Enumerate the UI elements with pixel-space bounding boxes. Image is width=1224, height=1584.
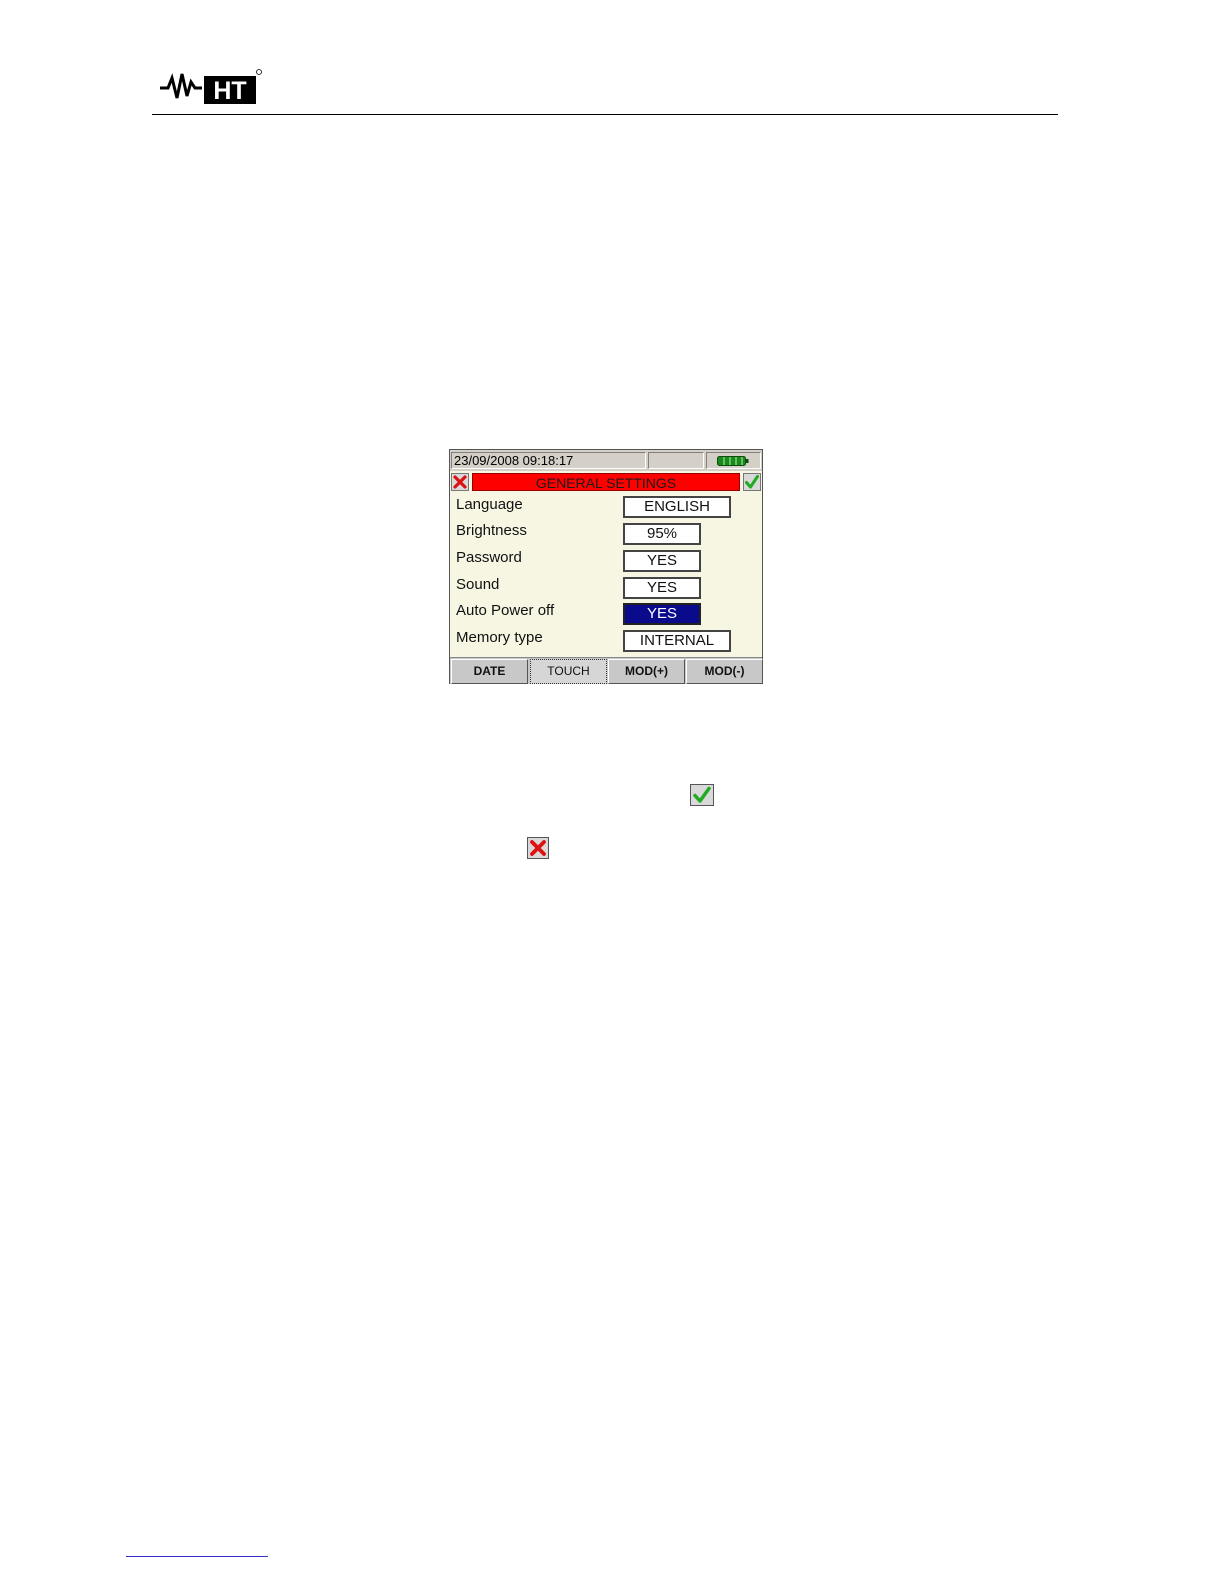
- setting-label-password: Password: [456, 549, 522, 566]
- header-rule: [152, 114, 1058, 115]
- setting-value-memory-type[interactable]: INTERNAL: [623, 630, 731, 652]
- confirm-check-icon: [690, 784, 714, 806]
- setting-label-brightness: Brightness: [456, 522, 527, 539]
- status-empty-field: [648, 452, 704, 469]
- status-datetime: 23/09/2008 09:18:17: [451, 452, 646, 469]
- softkey-mod-plus[interactable]: MOD(+): [608, 659, 685, 684]
- screen-title: GENERAL SETTINGS: [472, 473, 740, 491]
- setting-value-language[interactable]: ENGLISH: [623, 496, 731, 518]
- setting-value-sound[interactable]: YES: [623, 577, 701, 599]
- softkey-bar: DATE TOUCH MOD(+) MOD(-): [450, 657, 763, 684]
- status-bar: 23/09/2008 09:18:17: [450, 450, 762, 471]
- setting-value-password[interactable]: YES: [623, 550, 701, 572]
- cancel-x-icon: [527, 837, 549, 859]
- battery-icon: [717, 456, 749, 466]
- cancel-x-icon[interactable]: [451, 473, 469, 491]
- footer-link-underline: [126, 1556, 268, 1557]
- setting-value-brightness[interactable]: 95%: [623, 523, 701, 545]
- setting-label-sound: Sound: [456, 576, 500, 593]
- svg-text:HT: HT: [213, 77, 246, 105]
- title-bar: GENERAL SETTINGS: [450, 472, 762, 492]
- softkey-mod-minus[interactable]: MOD(-): [686, 659, 763, 684]
- ht-logo: HT: [158, 66, 262, 108]
- confirm-check-icon[interactable]: [743, 473, 761, 491]
- softkey-touch[interactable]: TOUCH: [530, 659, 607, 684]
- setting-value-auto-power-off[interactable]: YES: [623, 603, 701, 625]
- setting-label-auto-power-off: Auto Power off: [456, 602, 555, 619]
- setting-label-language: Language: [456, 496, 523, 513]
- instrument-screen: 23/09/2008 09:18:17 GENERAL SETTINGS Lan…: [449, 449, 763, 684]
- battery-indicator: [706, 452, 761, 469]
- setting-label-memory-type: Memory type: [456, 629, 543, 646]
- softkey-date[interactable]: DATE: [451, 659, 528, 684]
